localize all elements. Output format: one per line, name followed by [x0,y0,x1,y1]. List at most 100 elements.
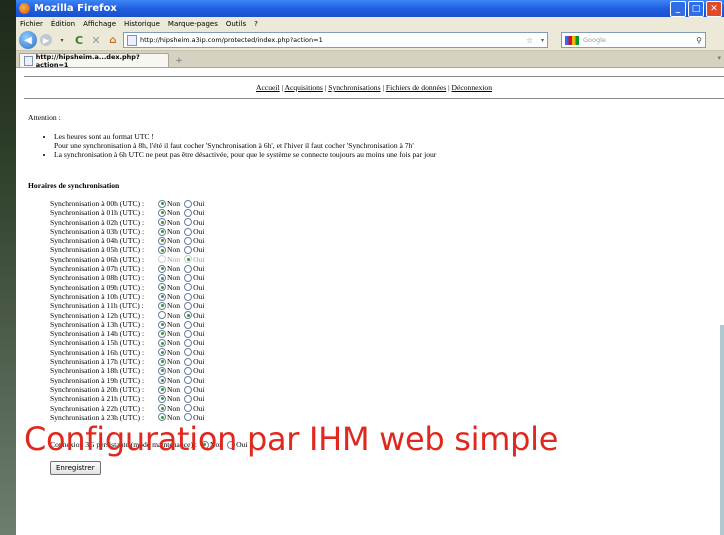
radio-non[interactable] [158,199,166,208]
schedule-non-option[interactable]: Non [158,227,180,236]
schedule-non-option[interactable]: Non [158,329,180,338]
schedule-oui-option[interactable]: Oui [184,218,204,227]
bookmark-star-icon[interactable]: ☆ [526,36,533,45]
radio-oui[interactable] [184,413,193,422]
tab-list-icon[interactable]: ▾ [717,54,721,62]
schedule-non-option[interactable]: Non [158,283,180,292]
radio-oui[interactable] [184,366,193,375]
radio-non[interactable] [158,404,166,413]
address-bar[interactable]: http://hipsheim.a3ip.com/protected/index… [123,32,548,48]
schedule-non-option[interactable]: Non [158,338,180,347]
radio-non[interactable] [158,320,166,329]
schedule-non-option[interactable]: Non [158,357,180,366]
schedule-oui-option[interactable]: Oui [184,404,204,413]
save-button[interactable]: Enregistrer [50,461,101,476]
menu-historique[interactable]: Historique [124,20,160,28]
radio-oui[interactable] [184,404,193,413]
radio-oui[interactable] [184,199,193,208]
nav-link-fichiers[interactable]: Fichiers de données [386,83,446,92]
radio-non[interactable] [158,292,166,301]
radio-non[interactable] [158,301,166,310]
schedule-oui-option[interactable]: Oui [184,311,204,320]
schedule-oui-option[interactable]: Oui [184,329,204,338]
radio-non[interactable] [158,339,166,348]
schedule-oui-option[interactable]: Oui [184,366,204,375]
schedule-oui-option[interactable]: Oui [184,236,204,245]
menu-edition[interactable]: Édition [51,20,75,28]
schedule-non-option[interactable]: Non [158,264,180,273]
forward-button[interactable]: ▶ [40,34,52,46]
radio-non[interactable] [158,218,166,227]
menu-affichage[interactable]: Affichage [83,20,116,28]
schedule-oui-option[interactable]: Oui [184,283,204,292]
maximize-button[interactable]: □ [688,1,704,17]
schedule-non-option[interactable]: Non [158,413,180,422]
schedule-oui-option[interactable]: Oui [184,348,204,357]
schedule-non-option[interactable]: Non [158,320,180,329]
schedule-oui-option[interactable]: Oui [184,385,204,394]
schedule-non-option[interactable]: Non [158,394,180,403]
schedule-oui-option[interactable]: Oui [184,376,204,385]
google-icon[interactable] [565,35,579,45]
radio-oui[interactable] [184,227,193,236]
radio-oui[interactable] [184,246,193,255]
schedule-oui-option[interactable]: Oui [184,245,204,254]
nav-link-deconnexion[interactable]: Déconnexion [452,83,493,92]
schedule-oui-option[interactable]: Oui [184,357,204,366]
tab-current[interactable]: http://hipsheim.a...dex.php?action=1 [19,53,169,69]
schedule-oui-option[interactable]: Oui [184,292,204,301]
schedule-non-option[interactable]: Non [158,245,180,254]
nav-link-synchronisations[interactable]: Synchronisations [328,83,380,92]
schedule-non-option[interactable]: Non [158,348,180,357]
radio-non[interactable] [158,348,166,357]
schedule-oui-option[interactable]: Oui [184,413,204,422]
radio-oui[interactable] [184,218,193,227]
radio-oui[interactable] [184,208,193,217]
radio-non[interactable] [158,236,166,245]
menu-fichier[interactable]: Fichier [20,20,43,28]
persistent-non-option[interactable]: Non [200,440,223,449]
radio-oui[interactable] [184,320,193,329]
home-button[interactable]: ⌂ [106,35,120,46]
radio-non[interactable] [158,394,166,403]
nav-link-accueil[interactable]: Accueil [256,83,280,92]
nav-link-acquisitions[interactable]: Acquisitions [285,83,323,92]
radio-oui[interactable] [184,236,193,245]
back-button[interactable]: ◀ [19,31,37,49]
search-bar[interactable]: Google ⚲ [561,32,706,48]
schedule-non-option[interactable]: Non [158,199,180,208]
radio-non[interactable] [158,376,166,385]
radio-non[interactable] [158,283,166,292]
schedule-non-option[interactable]: Non [158,236,180,245]
radio-oui[interactable] [184,301,193,310]
radio-oui[interactable] [184,339,193,348]
radio-oui[interactable] [227,440,236,449]
radio-non[interactable] [158,357,166,366]
schedule-oui-option[interactable]: Oui [184,208,204,217]
radio-non[interactable] [158,366,166,375]
radio-non[interactable] [158,264,166,273]
radio-oui[interactable] [184,274,193,283]
schedule-non-option[interactable]: Non [158,218,180,227]
radio-non[interactable] [158,329,166,338]
schedule-oui-option[interactable]: Oui [184,264,204,273]
stop-button[interactable]: ✕ [89,34,103,47]
radio-non[interactable] [158,311,166,320]
schedule-oui-option[interactable]: Oui [184,338,204,347]
radio-oui[interactable] [184,348,193,357]
radio-non[interactable] [158,413,166,422]
radio-oui[interactable] [184,264,193,273]
radio-non[interactable] [158,227,166,236]
radio-non[interactable] [200,440,209,449]
schedule-oui-option[interactable]: Oui [184,320,204,329]
radio-non[interactable] [158,274,166,283]
radio-non[interactable] [158,208,166,217]
minimize-button[interactable]: _ [670,1,686,17]
reload-button[interactable]: C [72,34,86,47]
schedule-oui-option[interactable]: Oui [184,394,204,403]
schedule-non-option[interactable]: Non [158,208,180,217]
radio-oui[interactable] [184,292,193,301]
radio-oui[interactable] [184,283,193,292]
radio-non[interactable] [158,385,166,394]
schedule-non-option[interactable]: Non [158,404,180,413]
